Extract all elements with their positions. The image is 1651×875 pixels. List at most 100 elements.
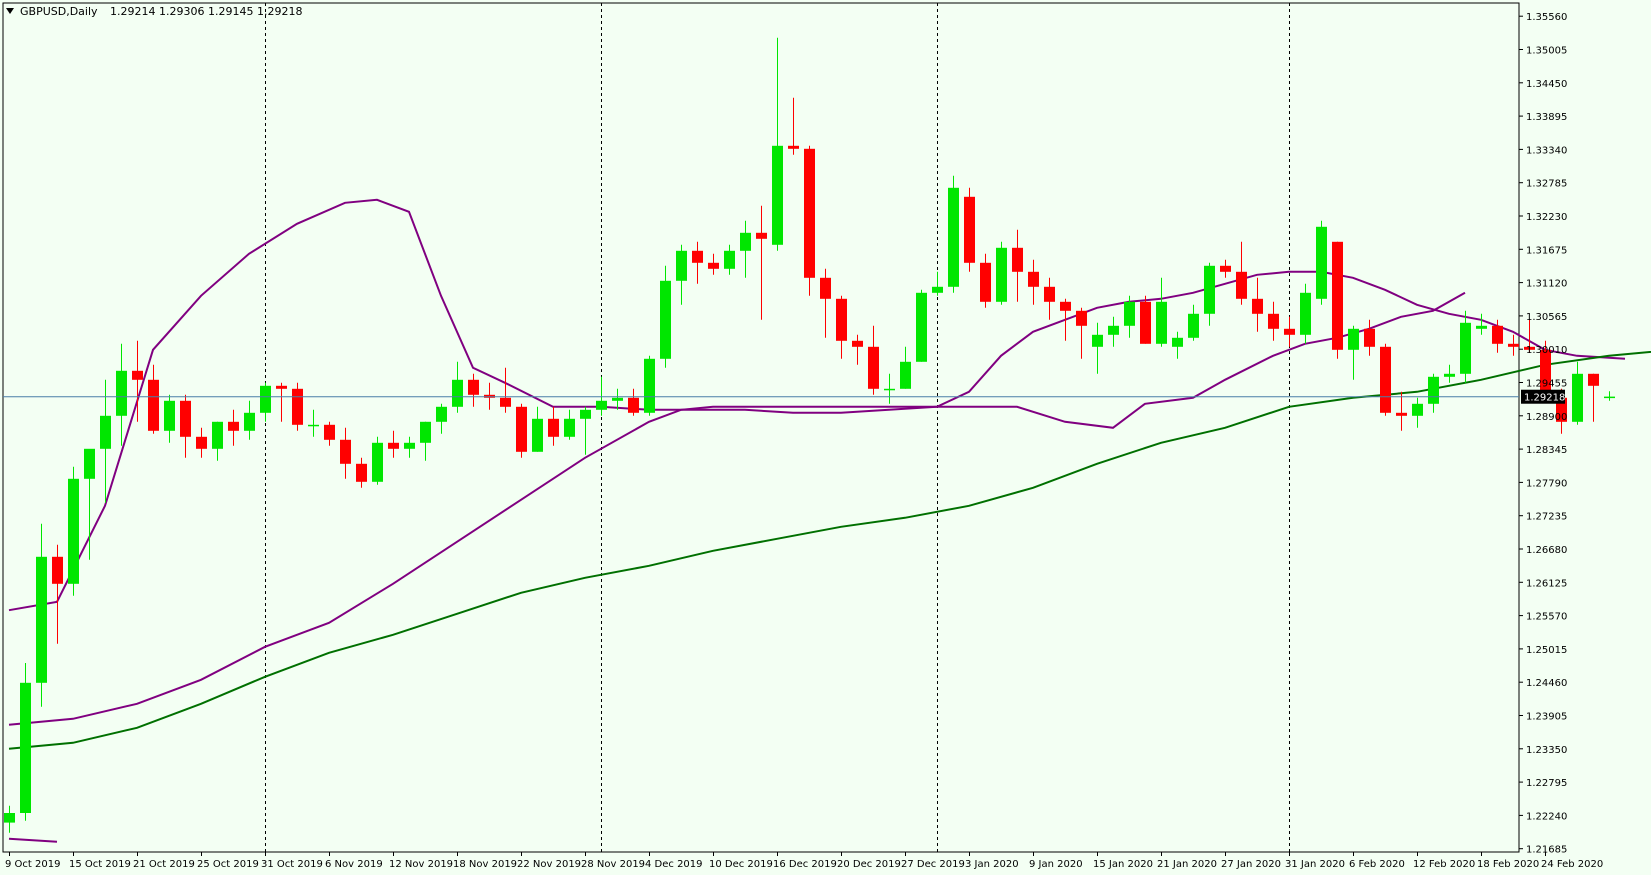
- candle-body: [788, 145, 799, 149]
- candle: [964, 187, 975, 272]
- time-tick-label: 16 Dec 2019: [773, 859, 837, 870]
- candle-body: [708, 262, 719, 269]
- candle-body: [36, 556, 47, 683]
- candlestick-chart[interactable]: 1.35560 1.35005 1.34450 1.33895 1.33340 1.327…: [0, 0, 1651, 871]
- candle: [660, 265, 671, 368]
- price-tick-label: 1.25570: [1526, 612, 1567, 623]
- price-tick-label: 1.34450: [1526, 79, 1567, 90]
- candle: [516, 403, 527, 458]
- price-tick-label: 1.26680: [1526, 545, 1567, 556]
- candle-body: [980, 262, 991, 302]
- candle-body: [692, 250, 703, 263]
- time-tick-label: 31 Oct 2019: [261, 859, 323, 870]
- candle: [372, 436, 383, 485]
- candle-body: [1460, 322, 1471, 374]
- candle-body: [548, 418, 559, 437]
- chart-header: GBPUSD,Daily 1.29214 1.29306 1.29145 1.2…: [6, 5, 302, 18]
- time-tick-label: 9 Oct 2019: [5, 859, 60, 870]
- candle-body: [132, 370, 143, 380]
- time-axis[interactable]: 9 Oct 2019 15 Oct 2019 21 Oct 2019 25 Oct 2…: [5, 852, 1603, 870]
- candle: [20, 663, 31, 821]
- candle-body: [772, 145, 783, 245]
- candle-body: [100, 415, 111, 449]
- candle-body: [516, 406, 527, 452]
- time-tick-label: 20 Dec 2019: [837, 859, 901, 870]
- candle-body: [52, 556, 63, 584]
- candle-body: [1476, 325, 1487, 329]
- candle-body: [1444, 373, 1455, 377]
- candle-body: [1140, 301, 1151, 344]
- time-tick-label: 24 Feb 2020: [1541, 859, 1603, 870]
- candle-body: [1268, 313, 1279, 329]
- candle-body: [276, 385, 287, 389]
- current-price-label: 1.29218: [1524, 393, 1565, 404]
- candle-body: [164, 400, 175, 431]
- candle-body: [388, 442, 399, 449]
- candle-body: [1284, 328, 1295, 335]
- candle: [292, 382, 303, 431]
- candle-body: [1316, 226, 1327, 299]
- time-tick-label: 31 Jan 2020: [1285, 859, 1345, 870]
- candle-body: [1060, 301, 1071, 311]
- candle-body: [420, 421, 431, 443]
- candle-body: [740, 232, 751, 251]
- price-tick-label: 1.30565: [1526, 312, 1567, 323]
- candle-body: [212, 421, 223, 449]
- price-tick-label: 1.32785: [1526, 179, 1567, 190]
- price-tick-label: 1.22795: [1526, 778, 1567, 789]
- candle: [948, 175, 959, 293]
- candle-body: [116, 370, 127, 416]
- candle: [1140, 295, 1151, 344]
- candle-body: [308, 424, 319, 427]
- candle: [1300, 283, 1311, 344]
- candle-body: [1348, 328, 1359, 350]
- candle-body: [1204, 265, 1215, 314]
- candle-body: [868, 346, 879, 389]
- price-tick-label: 1.23905: [1526, 712, 1567, 723]
- candle-body: [1220, 265, 1231, 272]
- candle-body: [1508, 343, 1519, 347]
- time-tick-label: 6 Feb 2020: [1349, 859, 1405, 870]
- time-tick-label: 9 Jan 2020: [1029, 859, 1083, 870]
- time-tick-label: 18 Nov 2019: [453, 859, 517, 870]
- candle-body: [1412, 403, 1423, 416]
- candle-body: [404, 442, 415, 449]
- candle-body: [468, 379, 479, 395]
- candle: [1604, 391, 1615, 401]
- candle-body: [1172, 337, 1183, 347]
- candle-body: [916, 292, 927, 362]
- candle-body: [532, 418, 543, 452]
- price-tick-label: 1.35005: [1526, 46, 1567, 57]
- time-tick-label: 21 Oct 2019: [133, 859, 195, 870]
- candle-body: [1188, 313, 1199, 338]
- candle: [804, 145, 815, 296]
- candle-body: [996, 247, 1007, 302]
- candle-body: [660, 280, 671, 359]
- candle: [1588, 373, 1599, 422]
- candle-body: [180, 400, 191, 437]
- candle-body: [1076, 310, 1087, 326]
- time-tick-label: 25 Oct 2019: [197, 859, 259, 870]
- candle-body: [324, 424, 335, 440]
- candle-body: [4, 813, 15, 823]
- price-tick-label: 1.22240: [1526, 811, 1567, 822]
- time-tick-label: 27 Jan 2020: [1221, 859, 1281, 870]
- time-tick-label: 12 Feb 2020: [1413, 859, 1475, 870]
- candle-body: [580, 409, 591, 419]
- candle-body: [644, 358, 655, 413]
- candle-body: [1332, 241, 1343, 350]
- price-axis[interactable]: 1.35560 1.35005 1.34450 1.33895 1.33340 1.327…: [1519, 12, 1567, 856]
- candle: [1380, 343, 1391, 416]
- candle: [996, 241, 1007, 305]
- price-tick-label: 1.31675: [1526, 245, 1567, 256]
- chart-window[interactable]: 1.35560 1.35005 1.34450 1.33895 1.33340 1.327…: [0, 0, 1651, 871]
- candle-body: [756, 232, 767, 239]
- candle-body: [1012, 247, 1023, 272]
- candle-body: [1156, 301, 1167, 344]
- candle-body: [1428, 376, 1439, 404]
- candle-body: [804, 148, 815, 278]
- candle-body: [1396, 412, 1407, 416]
- candle-body: [628, 397, 639, 413]
- price-tick-label: 1.24460: [1526, 678, 1567, 689]
- candle-body: [500, 397, 511, 407]
